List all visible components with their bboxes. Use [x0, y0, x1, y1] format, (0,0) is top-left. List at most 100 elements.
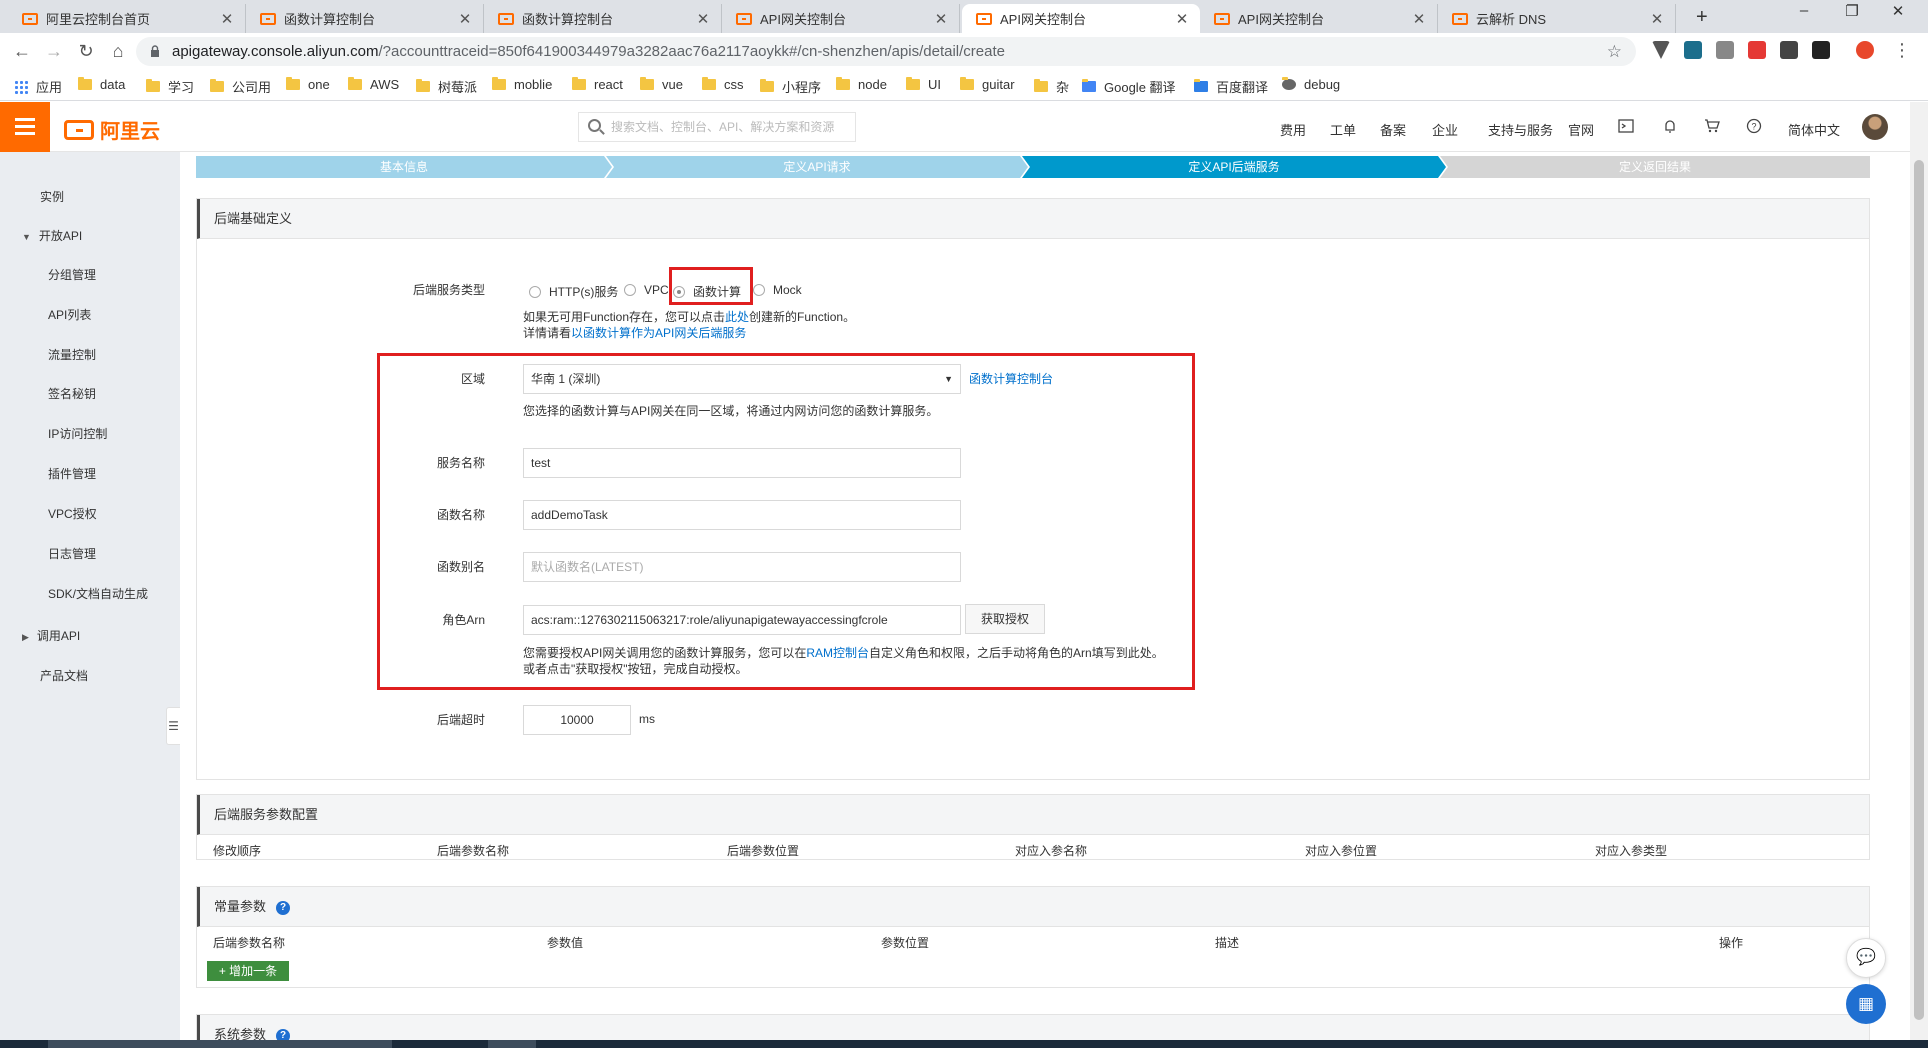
close-tab-icon[interactable]: ✕ [1411, 10, 1427, 28]
bookmark-folder[interactable]: UI [906, 77, 941, 92]
bookmark-folder[interactable]: css [702, 77, 744, 92]
nav-link-billing[interactable]: 费用 [1280, 120, 1306, 139]
extension-off-icon[interactable] [1748, 41, 1766, 59]
bookmark-folder[interactable]: guitar [960, 77, 1015, 92]
user-avatar[interactable] [1862, 114, 1888, 140]
ram-console-link[interactable]: RAM控制台 [806, 646, 869, 660]
profile-icon[interactable] [1856, 41, 1874, 59]
forward-arrow-icon[interactable]: → [42, 40, 66, 64]
nav-link-website[interactable]: 官网 [1568, 120, 1594, 139]
bookmark-debug[interactable]: debug [1282, 77, 1340, 92]
cart-icon[interactable] [1704, 118, 1720, 134]
bookmark-folder[interactable]: one [286, 77, 330, 92]
bell-icon[interactable] [1662, 118, 1678, 134]
sidebar-item-ip-access[interactable]: IP访问控制 [48, 425, 107, 442]
radio-http-service[interactable]: HTTP(s)服务 [529, 283, 618, 300]
get-authorization-button[interactable]: 获取授权 [965, 604, 1045, 634]
bookmark-baidu-translate[interactable]: 百度翻译 [1194, 77, 1268, 96]
console-search-input[interactable]: 搜索文档、控制台、API、解决方案和资源 [578, 112, 856, 142]
function-alias-input[interactable]: 默认函数名(LATEST) [523, 552, 961, 582]
browser-tab[interactable]: API网关控制台 ✕ [722, 4, 960, 33]
folder-icon [416, 79, 430, 92]
terminal-icon[interactable] [1618, 118, 1634, 134]
extension-icon[interactable] [1812, 41, 1830, 59]
sidebar-item-plugins[interactable]: 插件管理 [48, 465, 96, 482]
radio-mock[interactable]: Mock [753, 283, 802, 297]
sidebar-item-instances[interactable]: 实例 [40, 188, 64, 205]
browser-tab[interactable]: 阿里云控制台首页 ✕ [8, 4, 246, 33]
minimize-icon[interactable]: – [1784, 2, 1824, 19]
help-circle-icon[interactable]: ? [276, 900, 291, 915]
sidebar-item-throttling[interactable]: 流量控制 [48, 346, 96, 363]
sidebar-item-vpc-auth[interactable]: VPC授权 [48, 505, 97, 522]
close-tab-icon[interactable]: ✕ [933, 10, 949, 28]
sidebar-item-product-docs[interactable]: 产品文档 [40, 667, 88, 684]
sidebar-item-api-list[interactable]: API列表 [48, 306, 91, 323]
sidebar-item-sdk-docs[interactable]: SDK/文档自动生成 [48, 585, 148, 602]
browser-tab-active[interactable]: API网关控制台 ✕ [962, 4, 1200, 33]
sidebar-group-open-api[interactable]: ▼ 开放API [22, 227, 82, 244]
fc-console-link[interactable]: 函数计算控制台 [969, 371, 1053, 387]
bookmark-folder[interactable]: vue [640, 77, 683, 92]
hamburger-menu-icon[interactable] [0, 102, 50, 152]
create-function-link[interactable]: 此处 [725, 310, 749, 324]
bookmark-folder[interactable]: data [78, 77, 125, 92]
browser-tab[interactable]: 云解析 DNS ✕ [1438, 4, 1676, 33]
nav-link-ticket[interactable]: 工单 [1330, 120, 1356, 139]
radio-vpc[interactable]: VPC [624, 283, 669, 297]
bookmark-folder[interactable]: 树莓派 [416, 77, 477, 96]
close-tab-icon[interactable]: ✕ [695, 10, 711, 28]
nav-link-enterprise[interactable]: 企业 [1432, 120, 1458, 139]
url-input[interactable]: apigateway.console.aliyun.com/?accounttr… [136, 37, 1636, 66]
fc-backend-doc-link[interactable]: 以函数计算作为API网关后端服务 [571, 326, 746, 340]
nav-link-icp[interactable]: 备案 [1380, 120, 1406, 139]
bookmark-folder[interactable]: 学习 [146, 77, 194, 96]
browser-tab[interactable]: 函数计算控制台 ✕ [484, 4, 722, 33]
sidebar-collapse-handle-icon[interactable]: ☰ [166, 707, 180, 745]
new-tab-plus-icon[interactable]: + [1696, 6, 1708, 29]
bookmark-folder[interactable]: node [836, 77, 887, 92]
nav-link-support[interactable]: 支持与服务 [1488, 120, 1553, 139]
sidebar-item-signature-keys[interactable]: 签名秘钥 [48, 385, 96, 402]
home-icon[interactable]: ⌂ [106, 40, 130, 64]
aliyun-logo[interactable]: 阿里云 [64, 115, 160, 144]
close-tab-icon[interactable]: ✕ [457, 10, 473, 28]
browser-tab[interactable]: API网关控制台 ✕ [1200, 4, 1438, 33]
close-window-icon[interactable]: ✕ [1878, 2, 1918, 20]
back-arrow-icon[interactable]: ← [10, 40, 34, 64]
bookmark-folder[interactable]: 杂 [1034, 77, 1069, 96]
bookmark-folder[interactable]: react [572, 77, 623, 92]
role-arn-input[interactable]: acs:ram::1276302115063217:role/aliyunapi… [523, 605, 961, 635]
timeout-input[interactable]: 10000 [523, 705, 631, 735]
close-tab-icon[interactable]: ✕ [1649, 10, 1665, 28]
add-row-button[interactable]: + 增加一条 [207, 961, 289, 981]
extension-icon[interactable] [1780, 41, 1798, 59]
bookmark-folder[interactable]: 公司用 [210, 77, 271, 96]
browser-menu-icon[interactable]: ⋮ [1890, 39, 1914, 63]
sidebar-item-groups[interactable]: 分组管理 [48, 266, 96, 283]
service-name-input[interactable]: test [523, 448, 961, 478]
region-select[interactable]: 华南 1 (深圳) ▼ [523, 364, 961, 394]
bookmark-google-translate[interactable]: Google 翻译 [1082, 77, 1176, 96]
help-icon[interactable]: ? [1746, 118, 1762, 134]
language-switch[interactable]: 简体中文 [1788, 120, 1840, 139]
chat-icon[interactable]: 💬 [1846, 938, 1886, 978]
scrollbar-thumb[interactable] [1914, 160, 1924, 1020]
extension-icon[interactable] [1652, 41, 1670, 59]
browser-tab[interactable]: 函数计算控制台 ✕ [246, 4, 484, 33]
extension-icon[interactable] [1684, 41, 1702, 59]
sidebar-group-call-api[interactable]: ▶ 调用API [22, 627, 80, 644]
bookmark-folder[interactable]: moblie [492, 77, 552, 92]
app-grid-icon[interactable]: ▦ [1846, 984, 1886, 1024]
reload-icon[interactable]: ↻ [74, 40, 98, 64]
bookmark-star-icon[interactable]: ☆ [1607, 37, 1622, 66]
bookmark-apps[interactable]: 应用 [14, 77, 62, 96]
bookmark-folder[interactable]: AWS [348, 77, 399, 92]
restore-icon[interactable]: ❐ [1832, 2, 1872, 20]
close-tab-icon[interactable]: ✕ [1174, 10, 1190, 28]
qr-code-icon[interactable] [1716, 41, 1734, 59]
bookmark-folder[interactable]: 小程序 [760, 77, 821, 96]
close-tab-icon[interactable]: ✕ [219, 10, 235, 28]
function-name-input[interactable]: addDemoTask [523, 500, 961, 530]
sidebar-item-logs[interactable]: 日志管理 [48, 545, 96, 562]
